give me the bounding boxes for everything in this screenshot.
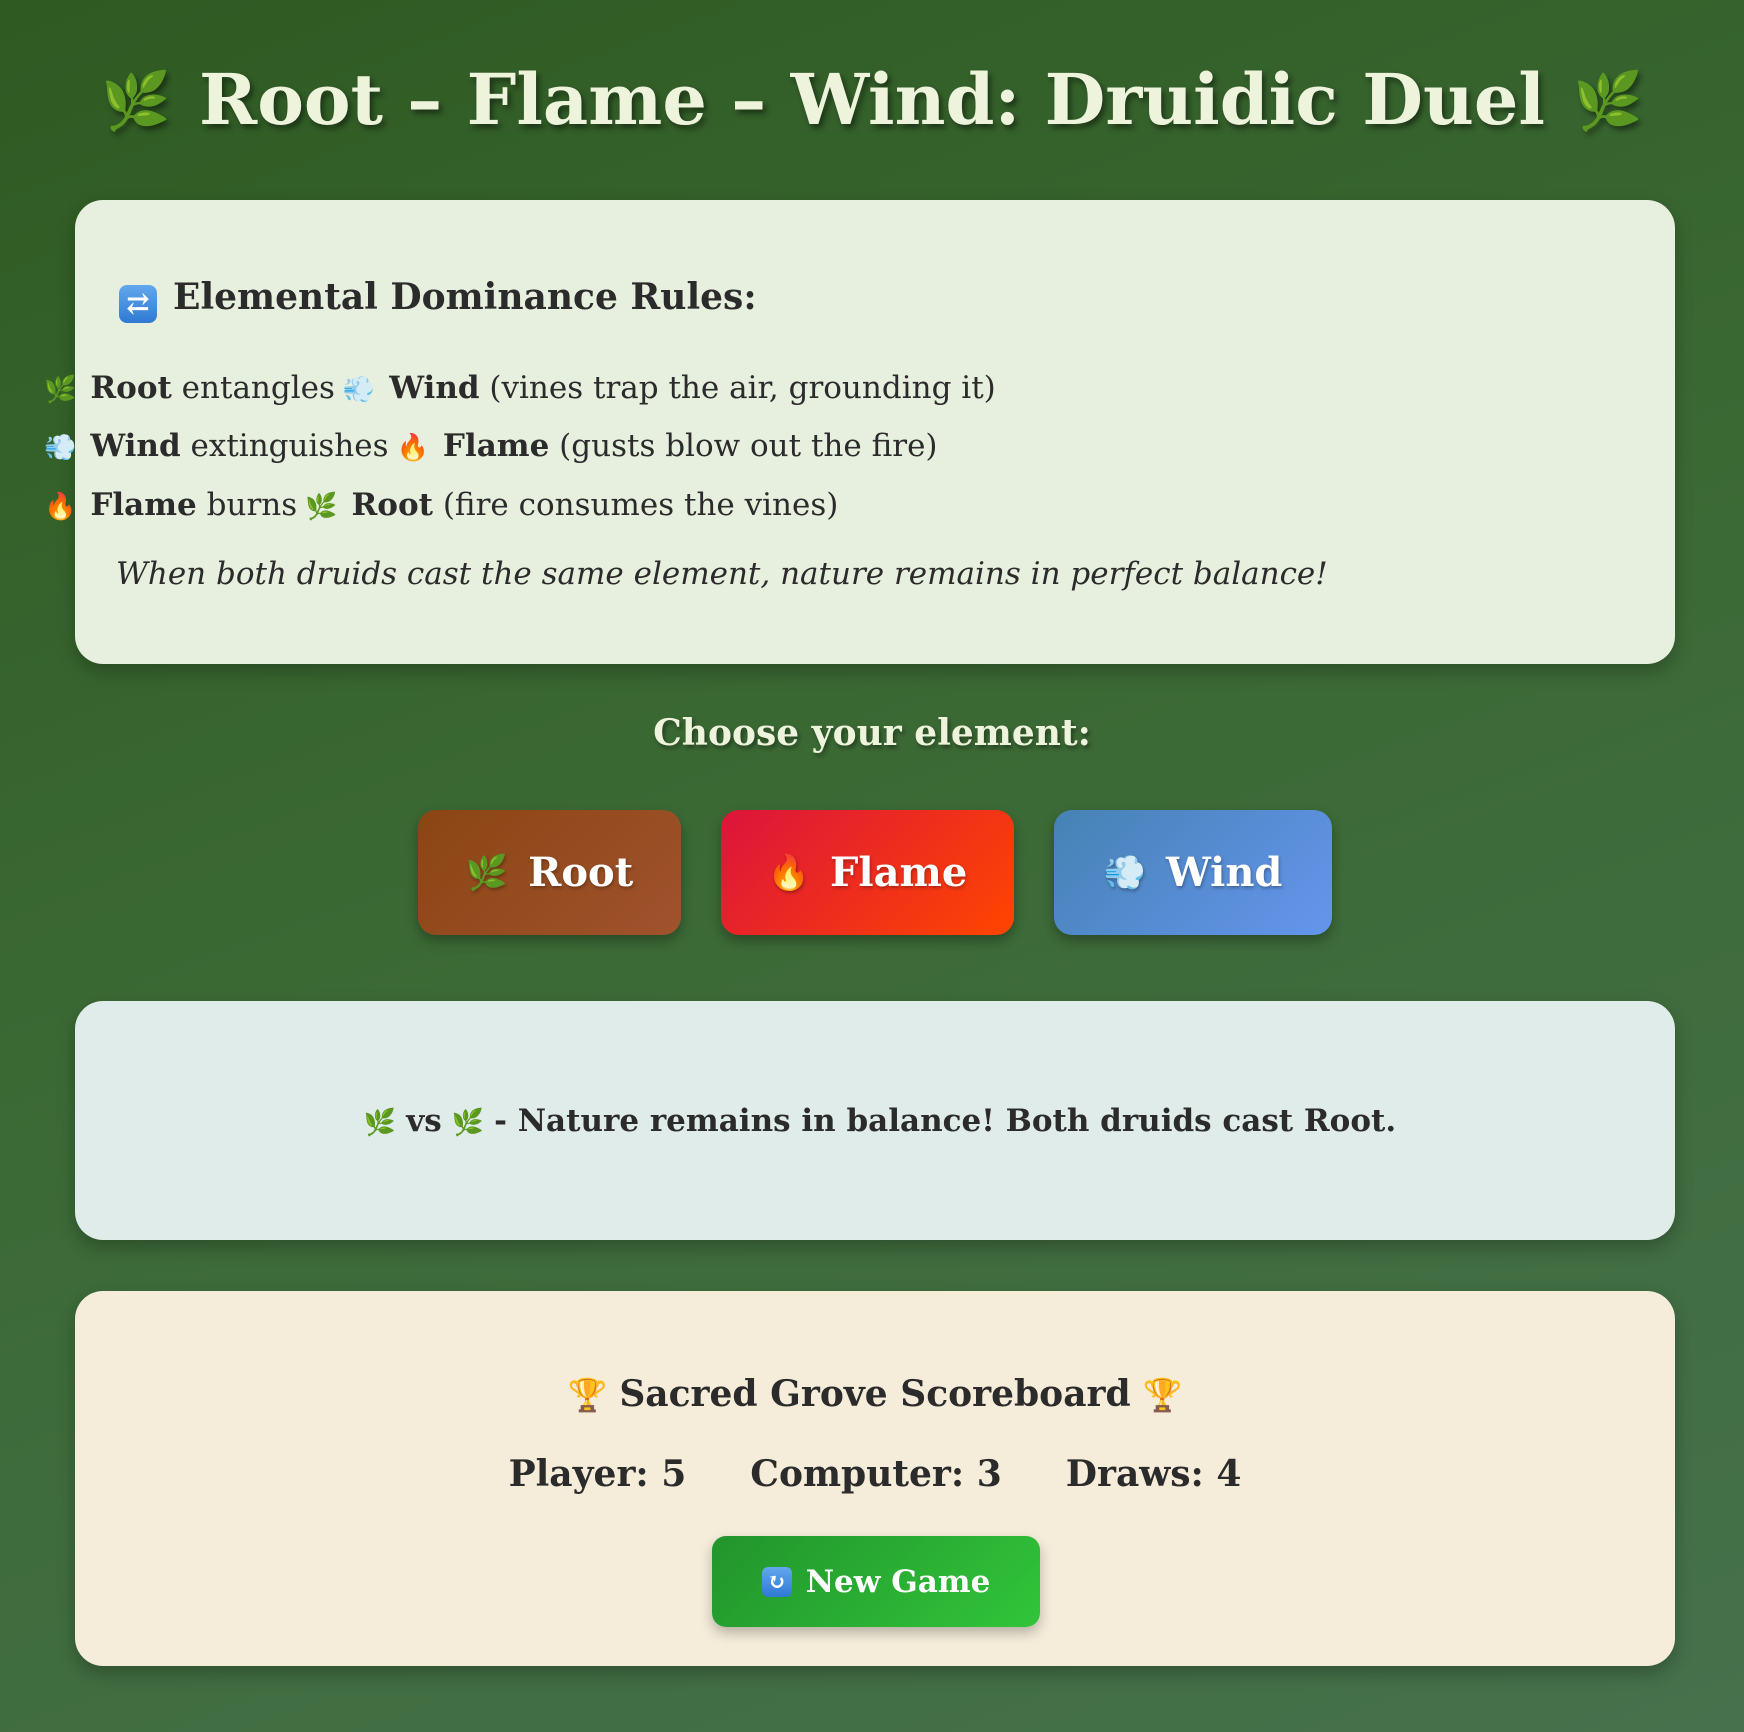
- trophy-icon: 🏆: [567, 1376, 608, 1414]
- rule-reason: (fire consumes the vines): [442, 487, 839, 523]
- computer-score: Computer: 3: [750, 1453, 1002, 1495]
- result-panel: 🌿 vs 🌿 - Nature remains in balance! Both dr…: [75, 1001, 1675, 1240]
- rule-element: Root: [90, 370, 172, 406]
- root-icon: 🌿: [44, 375, 77, 405]
- rules-heading: ⇄ Elemental Dominance Rules:: [119, 276, 757, 323]
- rule-element: Root: [351, 487, 433, 523]
- repeat-icon: ⇄: [119, 285, 157, 323]
- root-button-label: Root: [528, 849, 634, 896]
- refresh-icon: ↻: [761, 1566, 792, 1597]
- rules-heading-text: Elemental Dominance Rules:: [173, 276, 757, 318]
- rule-item: 🔥 Flame burns 🌿 Root (fire consumes the vin…: [44, 487, 838, 523]
- root-icon: 🌿: [451, 1107, 485, 1138]
- scoreboard-title: 🏆 Sacred Grove Scoreboard 🏆: [75, 1373, 1675, 1415]
- wind-button-label: Wind: [1165, 849, 1283, 896]
- rule-verb: extinguishes: [190, 428, 389, 464]
- rule-element: Wind: [90, 428, 181, 464]
- new-game-label: New Game: [805, 1563, 991, 1600]
- wind-icon: 💨: [1103, 852, 1146, 893]
- flame-icon: 🔥: [44, 492, 77, 522]
- flame-icon: 🔥: [396, 433, 429, 463]
- root-button[interactable]: 🌿 Root: [418, 810, 681, 935]
- flame-button[interactable]: 🔥 Flame: [721, 810, 1014, 935]
- title-text: Root – Flame – Wind: Druidic Duel: [199, 58, 1545, 141]
- leaf-icon: 🌿: [1572, 68, 1643, 134]
- player-score: Player: 5: [508, 1453, 687, 1495]
- trophy-icon: 🏆: [1142, 1376, 1183, 1414]
- scoreboard-title-text: Sacred Grove Scoreboard: [619, 1373, 1131, 1415]
- wind-icon: 💨: [342, 375, 376, 405]
- page-title: 🌿 Root – Flame – Wind: Druidic Duel 🌿: [0, 58, 1744, 141]
- rule-verb: burns: [206, 487, 298, 523]
- rule-reason: (gusts blow out the fire): [559, 428, 938, 464]
- new-game-button[interactable]: ↻ New Game: [712, 1536, 1040, 1627]
- rule-verb: entangles: [181, 370, 335, 406]
- flame-button-label: Flame: [830, 849, 968, 896]
- draws-score: Draws: 4: [1065, 1453, 1242, 1495]
- rule-element: Flame: [90, 487, 197, 523]
- score-stats: Player: 5 Computer: 3 Draws: 4: [75, 1453, 1675, 1495]
- wind-icon: 💨: [44, 433, 77, 463]
- result-text: 🌿 vs 🌿 - Nature remains in balance! Both dr…: [354, 1103, 1396, 1139]
- root-icon: 🌿: [465, 852, 509, 893]
- vs-label: vs: [406, 1102, 442, 1139]
- root-icon: 🌿: [305, 492, 338, 522]
- scoreboard-panel: 🏆 Sacred Grove Scoreboard 🏆 Player: 5 Compu…: [75, 1291, 1675, 1666]
- result-message: - Nature remains in balance! Both druids…: [494, 1102, 1397, 1139]
- rule-item: 💨 Wind extinguishes 🔥 Flame (gusts blow out…: [44, 428, 938, 464]
- rule-element: Wind: [389, 370, 480, 406]
- rule-element: Flame: [442, 428, 550, 464]
- choose-label: Choose your element:: [653, 712, 1091, 754]
- rule-item: 🌿 Root entangles 💨 Wind (vines trap the air…: [44, 370, 996, 406]
- flame-icon: 🔥: [767, 852, 811, 893]
- rule-reason: (vines trap the air, grounding it): [489, 370, 996, 406]
- leaf-icon: 🌿: [101, 68, 172, 134]
- wind-button[interactable]: 💨 Wind: [1054, 810, 1332, 935]
- rules-note: When both druids cast the same element, …: [116, 556, 1328, 592]
- root-icon: 🌿: [363, 1107, 397, 1138]
